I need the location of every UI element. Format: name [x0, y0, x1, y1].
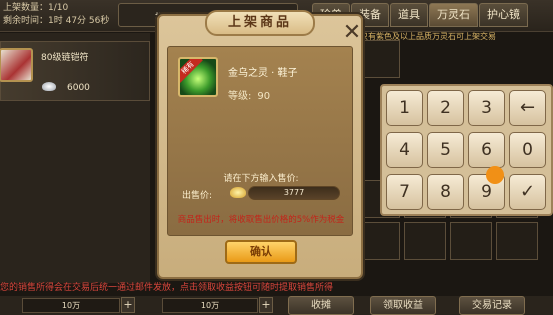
tab-spirit-stones[interactable]: 万灵石: [429, 3, 478, 27]
grid-slot[interactable]: [358, 222, 400, 260]
product-level: 等级: 90: [228, 87, 270, 102]
item-price: 6000: [67, 83, 90, 93]
tax-note: 商品售出时，将收取售出价格的5%作为税金: [177, 215, 345, 225]
key-1[interactable]: 1: [386, 90, 423, 126]
payout-note: 您的销售所得会在交易后统一通过邮件发放，点击领取收益按钮可随时提取销售所得: [0, 283, 334, 293]
price-label: 出售价:: [182, 191, 213, 201]
level-value: 90: [257, 91, 271, 102]
shelf-count: 上架数量：1/10: [3, 3, 69, 13]
key-4[interactable]: 4: [386, 132, 423, 168]
grid-slot[interactable]: [404, 222, 446, 260]
key-5[interactable]: 5: [427, 132, 464, 168]
gold-ingot-icon: [230, 187, 246, 198]
grid-slot[interactable]: [496, 222, 538, 260]
item-name: 80级链铠符: [41, 53, 89, 63]
bottom-bar: 10万 + 10万 + 收摊 领取收益 交易记录: [0, 296, 553, 315]
listed-items-panel: 80级链铠符 6000: [0, 33, 150, 283]
backspace-icon[interactable]: ←: [509, 90, 546, 126]
key-7[interactable]: 7: [386, 174, 423, 210]
plus-button-2[interactable]: +: [259, 297, 273, 313]
list-item-dialog: 上架商品 ✕ 稀有 金乌之灵 · 鞋子 等级: 90 请在下方输入售价: 出售价:…: [157, 10, 363, 279]
numeric-keypad: 1 2 3 ← 4 5 6 0 7 8 9 ✓: [380, 84, 553, 216]
price-input[interactable]: 3777: [248, 186, 340, 200]
claim-earnings-button[interactable]: 领取收益: [370, 296, 436, 315]
armor-charm-icon: [0, 48, 33, 82]
level-label: 等级:: [228, 91, 252, 102]
silver-ingot-icon: [42, 82, 56, 91]
amount-field-1[interactable]: 10万: [22, 298, 120, 313]
close-icon[interactable]: ✕: [342, 22, 362, 44]
close-stall-button[interactable]: 收摊: [288, 296, 354, 315]
confirm-button[interactable]: 确认: [225, 240, 297, 264]
dialog-title: 上架商品: [227, 15, 292, 30]
rarity-badge: 稀有: [180, 59, 203, 83]
key-2[interactable]: 2: [427, 90, 464, 126]
amount-field-2[interactable]: 10万: [162, 298, 258, 313]
product-name: 金乌之灵 · 鞋子: [228, 68, 298, 79]
remaining-time: 剩余时间：1时 47分 56秒: [3, 16, 110, 26]
trade-records-button[interactable]: 交易记录: [459, 296, 525, 315]
checkmark-icon[interactable]: ✓: [509, 174, 546, 210]
grid-slot[interactable]: [358, 40, 400, 78]
tab-items[interactable]: 道具: [390, 3, 428, 27]
grid-slot[interactable]: [450, 222, 492, 260]
enter-price-hint: 请在下方输入售价:: [223, 174, 299, 184]
key-6[interactable]: 6: [468, 132, 505, 168]
touch-indicator: [486, 166, 504, 184]
shelf-info: 上架数量：1/10 剩余时间：1时 47分 56秒: [0, 2, 109, 28]
product-panel: 稀有 金乌之灵 · 鞋子 等级: 90 请在下方输入售价: 出售价: 3777 商…: [167, 46, 353, 236]
key-3[interactable]: 3: [468, 90, 505, 126]
list-item[interactable]: 80级链铠符 6000: [0, 41, 150, 101]
key-0[interactable]: 0: [509, 132, 546, 168]
dialog-title-plate: 上架商品: [205, 10, 315, 36]
tab-heart-mirror[interactable]: 护心镜: [479, 3, 528, 27]
product-icon: 稀有: [178, 57, 218, 97]
plus-button-1[interactable]: +: [121, 297, 135, 313]
key-8[interactable]: 8: [427, 174, 464, 210]
